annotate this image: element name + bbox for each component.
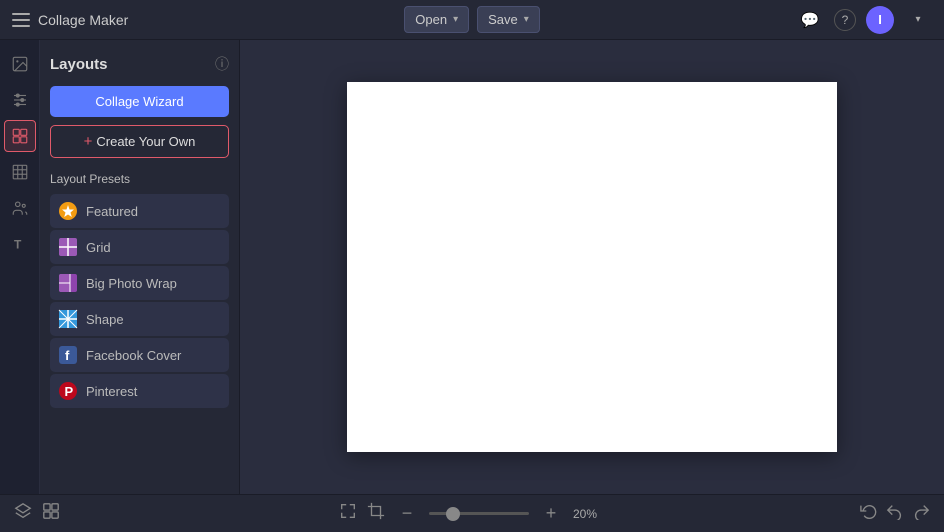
account-chevron-icon[interactable]: ▾ — [904, 6, 932, 34]
expand-icon[interactable] — [339, 502, 357, 525]
preset-item-grid[interactable]: Grid — [50, 230, 229, 264]
panel-title: Layouts — [50, 56, 108, 73]
preset-item-pinterest[interactable]: P Pinterest — [50, 374, 229, 408]
sidebar-icon-text[interactable]: T — [4, 228, 36, 260]
sidebar-icon-adjust[interactable] — [4, 84, 36, 116]
featured-label: Featured — [86, 204, 138, 219]
facebook-cover-icon: f — [58, 345, 78, 365]
panel-header: Layouts ⓘ — [50, 54, 229, 74]
open-button[interactable]: Open ▾ — [404, 6, 469, 33]
layouts-panel: Layouts ⓘ Collage Wizard + Create Your O… — [40, 40, 240, 494]
chat-icon[interactable]: 💬 — [796, 6, 824, 34]
canvas-area — [240, 40, 944, 494]
canvas-frame — [347, 82, 837, 452]
preset-item-shape[interactable]: Shape — [50, 302, 229, 336]
main: T Layouts ⓘ Collage Wizard + Create Your… — [0, 40, 944, 494]
preset-item-big-photo-wrap[interactable]: Big Photo Wrap — [50, 266, 229, 300]
save-chevron-icon: ▾ — [524, 14, 529, 25]
save-button[interactable]: Save ▾ — [477, 6, 540, 33]
hamburger-icon[interactable] — [12, 13, 30, 27]
grid-bottom-icon[interactable] — [42, 502, 60, 525]
presets-title: Layout Presets — [50, 172, 229, 186]
sidebar-icon-images[interactable] — [4, 48, 36, 80]
featured-icon — [58, 201, 78, 221]
svg-text:P: P — [65, 384, 74, 399]
undo-icon[interactable] — [886, 502, 904, 525]
preset-item-facebook-cover[interactable]: f Facebook Cover — [50, 338, 229, 372]
sidebar-icon-table[interactable] — [4, 156, 36, 188]
facebook-cover-label: Facebook Cover — [86, 348, 181, 363]
refresh-icon[interactable] — [860, 502, 878, 525]
topbar: Collage Maker Open ▾ Save ▾ 💬 ? I ▾ — [0, 0, 944, 40]
zoom-in-button[interactable]: + — [539, 502, 563, 526]
pinterest-label: Pinterest — [86, 384, 137, 399]
info-icon[interactable]: ⓘ — [215, 54, 229, 74]
topbar-center: Open ▾ Save ▾ — [404, 6, 540, 33]
preset-list: Featured Grid — [50, 194, 229, 408]
sidebar-icon-layouts[interactable] — [4, 120, 36, 152]
app-title: Collage Maker — [38, 12, 128, 28]
bottom-right — [860, 502, 930, 525]
redo-icon[interactable] — [912, 502, 930, 525]
crop-icon[interactable] — [367, 502, 385, 525]
zoom-label: 20% — [573, 507, 605, 521]
topbar-right: 💬 ? I ▾ — [540, 6, 932, 34]
help-icon[interactable]: ? — [834, 9, 856, 31]
grid-icon — [58, 237, 78, 257]
zoom-slider[interactable] — [429, 512, 529, 515]
big-photo-wrap-icon — [58, 273, 78, 293]
big-photo-wrap-label: Big Photo Wrap — [86, 276, 177, 291]
collage-wizard-button[interactable]: Collage Wizard — [50, 86, 229, 117]
zoom-out-button[interactable]: − — [395, 502, 419, 526]
sidebar-icon-people[interactable] — [4, 192, 36, 224]
bottombar: − + 20% — [0, 494, 944, 532]
avatar[interactable]: I — [866, 6, 894, 34]
shape-icon — [58, 309, 78, 329]
grid-label: Grid — [86, 240, 111, 255]
layers-icon[interactable] — [14, 502, 32, 525]
bottom-center: − + 20% — [339, 502, 605, 526]
preset-item-featured[interactable]: Featured — [50, 194, 229, 228]
open-chevron-icon: ▾ — [453, 14, 458, 25]
create-your-own-button[interactable]: + Create Your Own — [50, 125, 229, 158]
plus-icon: + — [84, 133, 93, 150]
bottom-left — [14, 502, 60, 525]
svg-text:f: f — [65, 348, 70, 363]
svg-text:T: T — [14, 238, 22, 252]
pinterest-icon: P — [58, 381, 78, 401]
topbar-left: Collage Maker — [12, 12, 404, 28]
shape-label: Shape — [86, 312, 124, 327]
icon-sidebar: T — [0, 40, 40, 494]
